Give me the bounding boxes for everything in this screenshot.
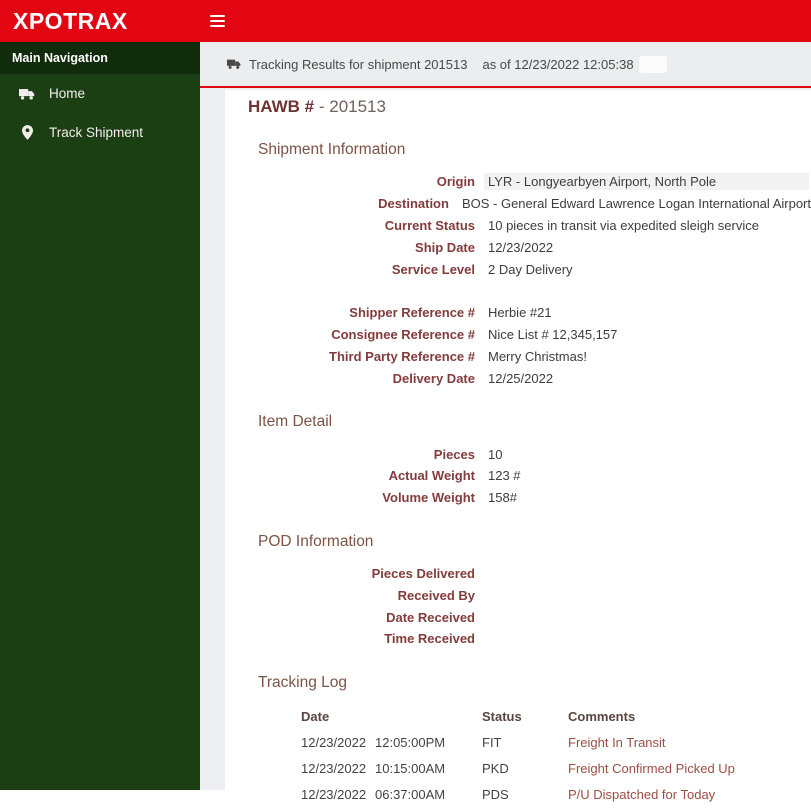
section-title-tracking-log: Tracking Log	[258, 673, 348, 691]
field-label: Pieces	[433, 446, 475, 462]
field-value: 12/25/2022	[488, 370, 554, 386]
tracking-log-header-row: Date Status Comments	[301, 704, 811, 730]
field-value: 12/23/2022	[488, 239, 554, 255]
brand-logo[interactable]: XPOTRAX	[0, 8, 200, 35]
column-header-comments: Comments	[568, 709, 636, 725]
field-value: 10 pieces in transit via expedited sleig…	[488, 217, 759, 233]
field-label: Shipper Reference #	[349, 305, 475, 321]
topbar-title: Tracking Results for shipment 201513	[249, 56, 468, 72]
hawb-heading: HAWB # - 201513	[248, 97, 811, 117]
field-row-delivery-date: Delivery Date 12/25/2022	[248, 367, 811, 389]
field-value: 123 #	[488, 468, 521, 484]
field-label: Time Received	[384, 631, 475, 647]
field-row-current-status: Current Status 10 pieces in transit via …	[248, 215, 811, 237]
field-row-date-received: Date Received	[248, 606, 811, 628]
log-status: PKD	[482, 761, 509, 777]
field-row-service-level: Service Level 2 Day Delivery	[248, 258, 811, 280]
field-value: LYR - Longyearbyen Airport, North Pole	[484, 173, 809, 191]
tracking-results-card: HAWB # - 201513 Shipment Information Ori…	[225, 90, 811, 802]
column-header-date: Date	[301, 709, 330, 725]
field-label: Service Level	[391, 261, 475, 277]
log-date: 12/23/2022	[301, 761, 367, 777]
redaction-smudge	[638, 55, 667, 73]
field-row-actual-weight: Actual Weight 123 #	[248, 465, 811, 487]
content-topbar: Tracking Results for shipment 201513 as …	[200, 42, 811, 88]
field-label: Delivery Date	[392, 370, 475, 386]
field-label: Date Received	[386, 609, 475, 625]
field-value: Merry Christmas!	[488, 348, 587, 364]
section-title-item-detail: Item Detail	[258, 413, 333, 431]
field-row-destination: Destination BOS - General Edward Lawrenc…	[248, 193, 811, 215]
section-title-pod-information: POD Information	[258, 532, 374, 550]
sidebar-item-label: Home	[49, 86, 86, 101]
field-label: Current Status	[384, 217, 475, 233]
content-area: Tracking Results for shipment 201513 as …	[200, 42, 811, 802]
field-label: Received By	[397, 587, 475, 603]
field-value: 158#	[488, 490, 517, 506]
tracking-log-table: Date Status Comments 12/23/2022 12:05:00…	[301, 704, 811, 808]
sidebar: Main Navigation Home Track Shipment	[0, 42, 200, 790]
sidebar-item-home[interactable]: Home	[0, 74, 200, 113]
column-header-status: Status	[482, 709, 522, 725]
field-row-consignee-reference: Consignee Reference # Nice List # 12,345…	[248, 324, 811, 346]
section-title-shipment-information: Shipment Information	[258, 141, 406, 158]
map-marker-icon	[16, 125, 38, 140]
hamburger-icon[interactable]	[210, 15, 225, 27]
log-status: FIT	[482, 735, 502, 751]
field-label: Actual Weight	[388, 468, 475, 484]
hawb-number: - 201513	[318, 97, 386, 116]
truck-icon	[16, 87, 38, 101]
field-value: Herbie #21	[488, 305, 552, 321]
field-row-pieces-delivered: Pieces Delivered	[248, 563, 811, 585]
field-label: Pieces Delivered	[371, 565, 475, 581]
field-row-received-by: Received By	[248, 584, 811, 606]
field-value: 10	[488, 446, 503, 462]
tracking-log-row: 12/23/2022 12:05:00PM FIT Freight In Tra…	[301, 730, 811, 756]
field-row-time-received: Time Received	[248, 628, 811, 650]
field-row-pieces: Pieces 10	[248, 443, 811, 465]
field-label: Origin	[436, 174, 475, 190]
truck-icon	[227, 58, 242, 70]
field-value: Nice List # 12,345,157	[488, 327, 618, 343]
app-header: XPOTRAX	[0, 0, 811, 42]
log-date-cell: 12/23/2022 10:15:00AM	[301, 761, 482, 776]
tracking-log-row: 12/23/2022 10:15:00AM PKD Freight Confir…	[301, 756, 811, 782]
log-date: 12/23/2022	[301, 735, 367, 751]
field-value: 2 Day Delivery	[488, 261, 573, 277]
field-label: Consignee Reference #	[331, 327, 475, 343]
sidebar-item-label: Track Shipment	[49, 125, 144, 140]
sidebar-item-track-shipment[interactable]: Track Shipment	[0, 113, 200, 152]
tracking-log-row: 12/23/2022 06:37:00AM PDS P/U Dispatched…	[301, 782, 811, 808]
field-label: Third Party Reference #	[329, 348, 475, 364]
field-row-third-party-reference: Third Party Reference # Merry Christmas!	[248, 346, 811, 368]
field-label: Ship Date	[415, 239, 475, 255]
field-row-volume-weight: Volume Weight 158#	[248, 487, 811, 509]
field-row-shipper-reference: Shipper Reference # Herbie #21	[248, 302, 811, 324]
hawb-label: HAWB #	[248, 97, 315, 116]
field-label: Destination	[378, 196, 449, 212]
sidebar-section-title: Main Navigation	[0, 42, 200, 74]
log-comment: Freight In Transit	[568, 735, 666, 751]
field-value: BOS - General Edward Lawrence Logan Inte…	[461, 196, 811, 212]
log-date-cell: 12/23/2022 12:05:00PM	[301, 735, 482, 750]
log-comment: Freight Confirmed Picked Up	[568, 761, 735, 777]
field-label: Volume Weight	[382, 490, 475, 506]
field-row-origin: Origin LYR - Longyearbyen Airport, North…	[248, 171, 811, 193]
log-time: 12:05:00PM	[375, 735, 446, 751]
log-time: 10:15:00AM	[375, 761, 446, 777]
field-row-ship-date: Ship Date 12/23/2022	[248, 236, 811, 258]
topbar-asof: as of 12/23/2022 12:05:38	[482, 56, 634, 72]
